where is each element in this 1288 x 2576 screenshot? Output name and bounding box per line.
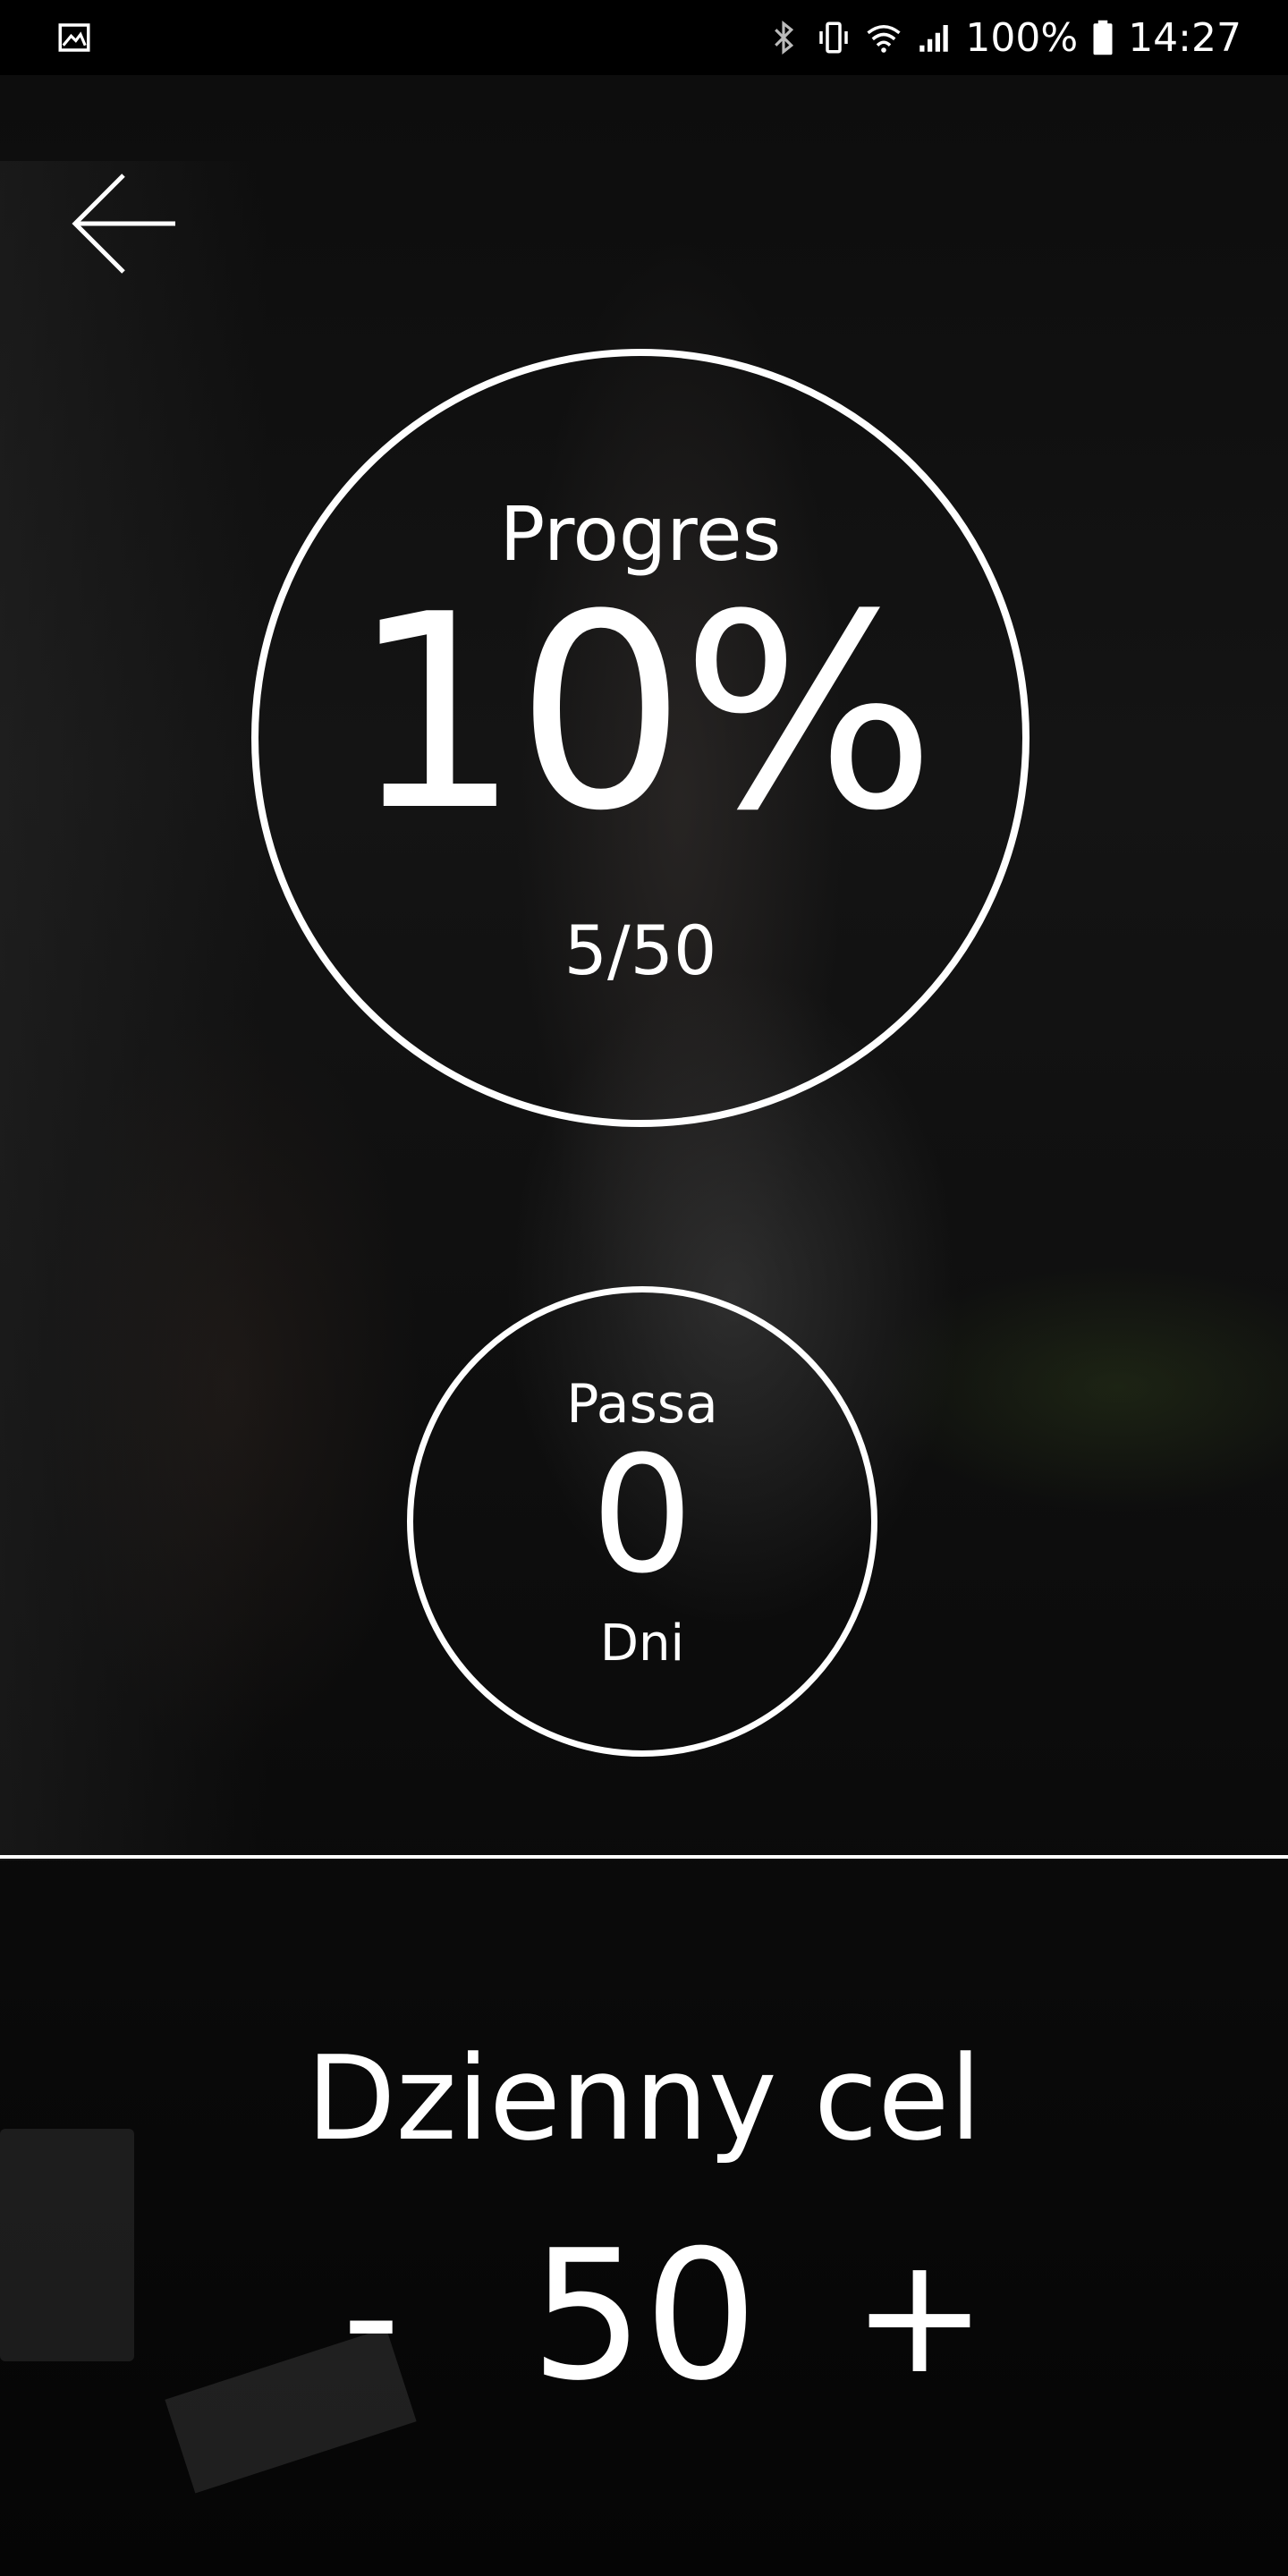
daily-goal-stepper: - 50 + bbox=[0, 2218, 1288, 2415]
decrease-goal-button[interactable]: - bbox=[300, 2218, 443, 2415]
daily-goal-value: 50 bbox=[530, 2212, 758, 2420]
bluetooth-icon bbox=[765, 19, 802, 56]
signal-icon bbox=[915, 19, 953, 56]
image-icon bbox=[55, 19, 93, 56]
status-right-group: 100% 14:27 bbox=[765, 15, 1241, 61]
battery-percent: 100% bbox=[965, 14, 1079, 61]
streak-value: 0 bbox=[590, 1422, 694, 1609]
progress-count: 5/50 bbox=[564, 911, 717, 990]
divider bbox=[0, 1855, 1288, 1859]
wifi-icon bbox=[865, 19, 902, 56]
arrow-left-icon bbox=[72, 174, 175, 274]
progress-percent: 10% bbox=[350, 557, 936, 869]
progress-circle: Progres 10% 5/50 bbox=[251, 349, 1030, 1127]
status-bar: 100% 14:27 bbox=[0, 0, 1288, 75]
daily-goal-title: Dzienny cel bbox=[306, 2030, 982, 2166]
vibrate-icon bbox=[815, 19, 852, 56]
back-button[interactable] bbox=[72, 170, 179, 277]
increase-goal-button[interactable]: + bbox=[848, 2218, 991, 2415]
battery-icon bbox=[1090, 19, 1115, 56]
clock: 14:27 bbox=[1128, 14, 1241, 61]
streak-circle: Passa 0 Dni bbox=[407, 1286, 877, 1757]
screen: 100% 14:27 Progres 10% 5/50 Passa 0 Dni … bbox=[0, 0, 1288, 2576]
streak-unit: Dni bbox=[599, 1614, 685, 1673]
